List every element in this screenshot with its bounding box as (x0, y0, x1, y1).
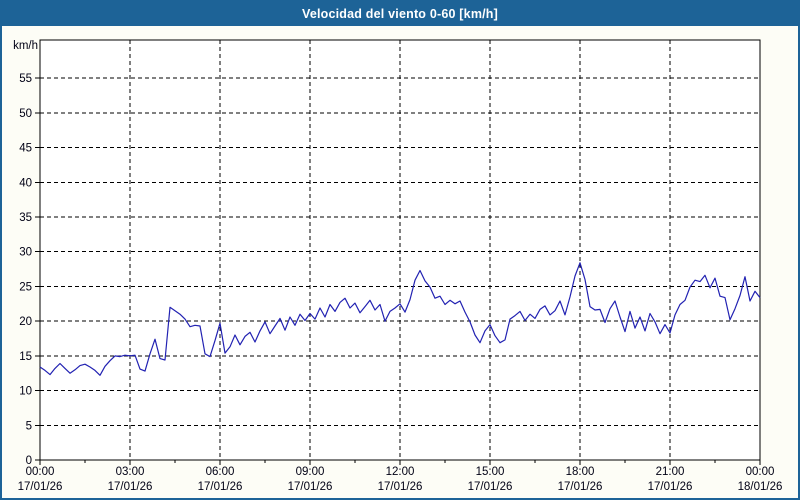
x-tick-time-label: 06:00 (206, 466, 235, 478)
y-tick-label: 20 (19, 316, 32, 328)
wind-speed-chart: 0 5 10 15 20 25 30 35 40 45 50 55 km/h 00:00 17/01/26 0… (2, 26, 798, 498)
x-tick-date-label: 17/01/26 (18, 481, 63, 493)
y-tick-label: 25 (19, 281, 32, 293)
x-tick-time-label: 09:00 (296, 466, 325, 478)
x-tick-date-label: 18/01/26 (738, 481, 783, 493)
x-tick-date-label: 17/01/26 (558, 481, 603, 493)
wind-speed-chart-window: Velocidad del viento 0-60 [km/h] 0 5 10 15 2… (0, 0, 800, 500)
chart-title: Velocidad del viento 0-60 [km/h] (301, 7, 499, 21)
x-tick-time-label: 12:00 (386, 466, 415, 478)
x-tick-time-label: 15:00 (476, 466, 505, 478)
y-tick-label: 15 (19, 351, 32, 363)
x-tick-date-label: 17/01/26 (468, 481, 513, 493)
x-tick-time-label: 00:00 (26, 466, 55, 478)
x-tick-date-label: 17/01/26 (648, 481, 693, 493)
x-tick-date-label: 17/01/26 (198, 481, 243, 493)
x-tick-date-label: 17/01/26 (108, 481, 153, 493)
y-tick-label: 35 (19, 212, 32, 224)
y-tick-label: 10 (19, 386, 32, 398)
x-tick-time-label: 18:00 (566, 466, 595, 478)
y-axis-unit-label: km/h (13, 40, 38, 52)
x-tick-time-label: 00:00 (746, 466, 775, 478)
y-tick-label: 30 (19, 247, 32, 259)
y-tick-label: 55 (19, 73, 32, 85)
x-tick-time-label: 03:00 (116, 466, 145, 478)
y-tick-label: 50 (19, 108, 32, 120)
y-tick-label: 45 (19, 143, 32, 155)
y-tick-label: 40 (19, 177, 32, 189)
y-tick-label: 5 (26, 420, 32, 432)
chart-canvas: 0510152025303540455055km/h00:0017/01/260… (13, 39, 783, 493)
x-tick-time-label: 21:00 (656, 466, 685, 478)
chart-title-bar: Velocidad del viento 0-60 [km/h] (2, 2, 798, 26)
x-tick-date-label: 17/01/26 (288, 481, 333, 493)
x-tick-date-label: 17/01/26 (378, 481, 423, 493)
